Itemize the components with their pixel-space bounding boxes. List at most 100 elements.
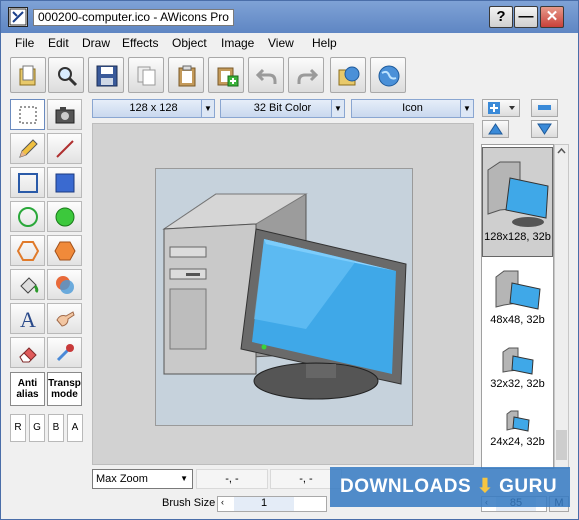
web-button[interactable]	[370, 57, 406, 93]
eyedropper-icon	[56, 344, 74, 362]
marquee-select-icon	[19, 106, 37, 124]
paste-new-button[interactable]	[208, 57, 244, 93]
menu-effects[interactable]: Effects	[122, 36, 158, 50]
format-list-scrollbar[interactable]	[554, 144, 569, 469]
add-format-button[interactable]	[482, 99, 520, 117]
menu-edit[interactable]: Edit	[48, 36, 69, 50]
fill-tool[interactable]	[10, 269, 45, 300]
undo-arrow-icon	[255, 68, 277, 84]
minus-icon	[538, 105, 551, 110]
transparent-mode-toggle[interactable]: Transp mode	[47, 372, 82, 406]
scroll-up-icon	[557, 147, 566, 154]
channel-a-button[interactable]: A	[67, 414, 83, 442]
brush-size-label: Brush Size	[162, 497, 216, 509]
ellipse-tool[interactable]	[10, 201, 45, 232]
computer-thumb-icon	[487, 161, 549, 227]
antialias-toggle[interactable]: Anti alias	[10, 372, 45, 406]
triangle-down-icon	[537, 123, 552, 135]
plus-dropdown-icon	[488, 102, 515, 114]
camera-tool[interactable]	[47, 99, 82, 130]
format-item-48[interactable]: 48x48, 32b	[482, 267, 553, 339]
filled-polygon-tool[interactable]	[47, 235, 82, 266]
format-item-128[interactable]: 128x128, 32b	[482, 147, 553, 257]
watermark-banner: DOWNLOADS ⬇ GURU	[330, 467, 570, 507]
menu-image[interactable]: Image	[221, 36, 254, 50]
text-a-icon: A	[20, 308, 36, 330]
copy-button[interactable]	[128, 57, 164, 93]
minimize-button[interactable]: —	[514, 6, 538, 28]
color-replace-tool[interactable]	[47, 269, 82, 300]
zoom-button[interactable]	[48, 57, 84, 93]
zoom-select[interactable]: Max Zoom ▼	[92, 469, 193, 489]
help-button[interactable]: ?	[489, 6, 513, 28]
resources-button[interactable]	[330, 57, 366, 93]
brush-size-slider[interactable]: ‹ 1	[217, 496, 327, 512]
eraser-icon	[19, 347, 37, 363]
menu-file[interactable]: File	[15, 36, 34, 50]
open-folder-icon	[19, 65, 36, 86]
watermark-text: DOWNLOADS	[340, 476, 472, 497]
ellipse-filled-icon	[55, 207, 75, 227]
filled-rectangle-tool[interactable]	[47, 167, 82, 198]
chevron-down-icon: ▼	[180, 474, 188, 483]
remove-format-button[interactable]	[531, 99, 558, 117]
close-button[interactable]: ✕	[540, 6, 564, 28]
color-swap-icon	[56, 276, 74, 294]
menu-bar: File Edit Draw Effects Object Image View…	[1, 33, 578, 52]
channel-b-button[interactable]: B	[48, 414, 64, 442]
window-title: 000200-computer.ico - AWicons Pro	[33, 9, 234, 26]
redo-button[interactable]	[288, 57, 324, 93]
pencil-icon	[19, 139, 38, 158]
filled-ellipse-tool[interactable]	[47, 201, 82, 232]
ellipse-outline-icon	[18, 207, 38, 227]
computer-thumb-icon	[495, 270, 541, 310]
brush-size-value: 1	[234, 497, 294, 511]
line-tool[interactable]	[47, 133, 82, 164]
globe-icon	[378, 65, 400, 87]
svg-text:A: A	[20, 308, 36, 330]
eraser-tool[interactable]	[10, 337, 45, 368]
format-label: 32x32, 32b	[490, 378, 545, 390]
polygon-tool[interactable]	[10, 235, 45, 266]
channel-r-button[interactable]: R	[10, 414, 26, 442]
chevron-left-icon[interactable]: ‹	[221, 497, 224, 507]
scrollbar-thumb[interactable]	[556, 430, 567, 460]
rectangle-filled-icon	[55, 173, 75, 193]
format-item-24[interactable]: 24x24, 32b	[482, 409, 553, 461]
menu-help[interactable]: Help	[312, 36, 337, 50]
main-toolbar	[1, 53, 578, 97]
copy-pages-icon	[137, 66, 156, 86]
paste-button[interactable]	[168, 57, 204, 93]
hexagon-outline-icon	[17, 241, 39, 261]
select-tool[interactable]	[10, 99, 45, 130]
size-select[interactable]: 128 x 128 ▼	[92, 99, 215, 118]
edit-canvas[interactable]	[92, 123, 474, 465]
rectangle-tool[interactable]	[10, 167, 45, 198]
image-type-select[interactable]: Icon ▼	[351, 99, 474, 118]
format-label: 128x128, 32b	[484, 231, 551, 243]
move-down-button[interactable]	[531, 120, 558, 138]
menu-draw[interactable]: Draw	[82, 36, 110, 50]
line-icon	[56, 140, 74, 158]
clipboard-icon	[178, 65, 196, 87]
channel-g-button[interactable]: G	[29, 414, 45, 442]
zoom-select-value: Max Zoom	[96, 473, 148, 485]
color-depth-value: 32 Bit Color	[253, 102, 312, 114]
eyedropper-tool[interactable]	[47, 337, 82, 368]
redo-arrow-icon	[297, 68, 319, 84]
move-up-button[interactable]	[482, 120, 509, 138]
open-button[interactable]	[10, 57, 46, 93]
undo-button[interactable]	[248, 57, 284, 93]
smudge-tool[interactable]	[47, 303, 82, 334]
format-label: 24x24, 32b	[490, 436, 545, 448]
app-logo-icon[interactable]	[8, 7, 28, 27]
menu-view[interactable]: View	[268, 36, 294, 50]
format-label: 48x48, 32b	[490, 314, 545, 326]
menu-object[interactable]: Object	[172, 36, 207, 50]
save-button[interactable]	[88, 57, 124, 93]
text-tool[interactable]: A	[10, 303, 45, 334]
computer-icon-image	[162, 193, 407, 400]
pencil-tool[interactable]	[10, 133, 45, 164]
color-depth-select[interactable]: 32 Bit Color ▼	[220, 99, 345, 118]
format-item-32[interactable]: 32x32, 32b	[482, 345, 553, 405]
